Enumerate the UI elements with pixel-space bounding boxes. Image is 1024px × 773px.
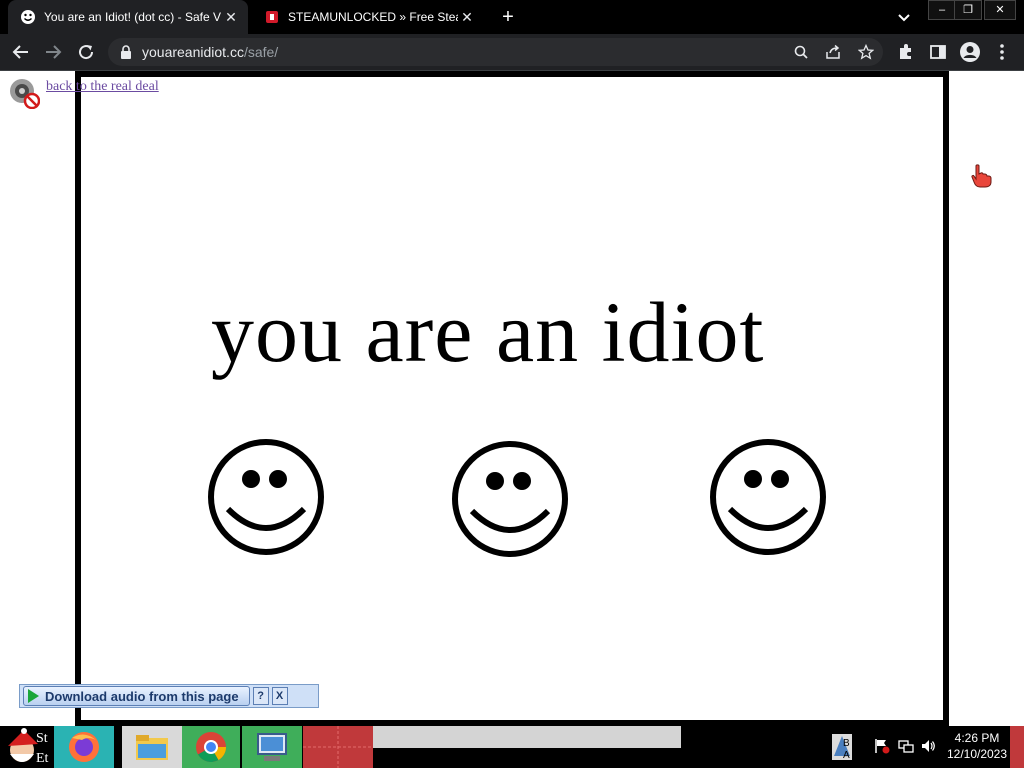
notify-partial-text: A	[843, 750, 850, 761]
steamunlocked-icon	[266, 11, 278, 23]
share-icon	[826, 44, 840, 59]
computer-monitor-icon	[257, 733, 287, 761]
taskbar-firefox[interactable]	[54, 726, 114, 768]
download-close-button[interactable]: X	[271, 687, 288, 705]
taskbar-start-app[interactable]: St Et	[0, 726, 54, 768]
side-panel-button[interactable]	[926, 40, 950, 64]
notify-partial-text: B	[843, 738, 850, 749]
firefox-icon	[69, 732, 99, 762]
download-audio-bar: Download audio from this page ? X	[19, 684, 319, 708]
smiley-face-icon	[710, 439, 826, 555]
address-bar[interactable]: youareanidiot.cc/safe/	[108, 38, 883, 66]
chevron-down-icon[interactable]	[896, 9, 912, 25]
arrow-right-icon	[46, 45, 62, 59]
menu-button[interactable]	[990, 40, 1014, 64]
tab-title: You are an Idiot! (dot cc) - Safe V	[44, 10, 221, 24]
hand-cursor-icon	[971, 164, 992, 188]
tab-youareanidiot[interactable]: You are an Idiot! (dot cc) - Safe V ✕	[8, 0, 248, 34]
download-audio-label: Download audio from this page	[45, 688, 239, 704]
reload-icon	[79, 45, 94, 60]
arrow-left-icon	[12, 45, 28, 59]
forward-button[interactable]	[41, 40, 65, 64]
taskbar-partial-text: Et	[36, 751, 49, 766]
extensions-button[interactable]	[894, 40, 918, 64]
new-tab-plus-icon[interactable]: +	[498, 7, 518, 27]
search-icon	[794, 45, 808, 59]
restore-button[interactable]: ❐	[954, 0, 982, 20]
idiot-frame: you are an idiot	[75, 71, 949, 726]
headline: you are an idiot	[211, 284, 765, 380]
taskbar: St Et B A 4:26 PM 12/10/2023	[0, 726, 1024, 768]
url-path: /safe/	[243, 44, 279, 60]
smiley-face-icon	[208, 439, 324, 555]
chrome-icon	[196, 732, 226, 763]
profile-avatar-icon	[960, 42, 980, 62]
url-domain: youareanidiot.cc	[142, 44, 244, 60]
flag-icon[interactable]	[874, 738, 890, 754]
browser-toolbar: youareanidiot.cc/safe/	[0, 34, 1024, 70]
play-icon	[28, 689, 39, 703]
profile-button[interactable]	[958, 40, 982, 64]
network-icon[interactable]	[898, 738, 914, 754]
lock-icon[interactable]	[120, 45, 132, 59]
taskbar-app-red[interactable]	[303, 726, 373, 768]
clock-date: 12/10/2023	[946, 747, 1008, 761]
app-window-icon	[303, 726, 373, 768]
taskbar-computer[interactable]	[242, 726, 302, 768]
back-to-real-deal-link[interactable]: back to the real deal	[46, 79, 159, 95]
taskbar-search-bar[interactable]	[373, 726, 681, 748]
taskbar-chrome[interactable]	[182, 726, 240, 768]
close-window-button[interactable]: ✕	[984, 0, 1016, 20]
muted-speaker-icon[interactable]	[8, 77, 40, 109]
santa-icon: St Et	[8, 728, 49, 766]
tab-close-icon[interactable]: ✕	[458, 8, 476, 26]
star-icon	[858, 44, 874, 60]
reload-button[interactable]	[74, 40, 98, 64]
back-button[interactable]	[9, 40, 33, 64]
folder-icon	[136, 735, 168, 760]
smiley-icon	[21, 10, 35, 24]
kebab-menu-icon	[1000, 44, 1004, 60]
smiley-face-icon	[452, 441, 568, 557]
tab-title: STEAMUNLOCKED » Free Steam G	[288, 10, 458, 24]
taskbar-notify-app[interactable]: B A	[832, 726, 854, 768]
share-button[interactable]	[823, 42, 843, 62]
download-help-button[interactable]: ?	[252, 687, 269, 705]
zoom-search-button[interactable]	[791, 42, 811, 62]
page-content: you are an idiot back to the real deal	[0, 71, 1024, 726]
download-audio-button[interactable]: Download audio from this page	[23, 686, 250, 706]
tab-close-icon[interactable]: ✕	[222, 8, 240, 26]
tab-steamunlocked[interactable]: STEAMUNLOCKED » Free Steam G ✕	[252, 0, 484, 34]
puzzle-icon	[900, 44, 911, 59]
show-desktop-button[interactable]	[1010, 726, 1024, 768]
side-panel-icon	[930, 45, 946, 59]
tab-strip: You are an Idiot! (dot cc) - Safe V ✕ ST…	[0, 0, 1024, 34]
taskbar-file-explorer[interactable]	[122, 726, 182, 768]
notify-app-icon: B A	[832, 734, 852, 761]
taskbar-clock[interactable]: 4:26 PM 12/10/2023	[942, 730, 1012, 762]
taskbar-partial-text: St	[36, 731, 48, 746]
url-text[interactable]: youareanidiot.cc/safe/	[142, 38, 278, 66]
volume-icon[interactable]	[920, 738, 936, 754]
minimize-button[interactable]: –	[928, 0, 956, 20]
clock-time: 4:26 PM	[954, 731, 1000, 745]
bookmark-button[interactable]	[856, 42, 876, 62]
